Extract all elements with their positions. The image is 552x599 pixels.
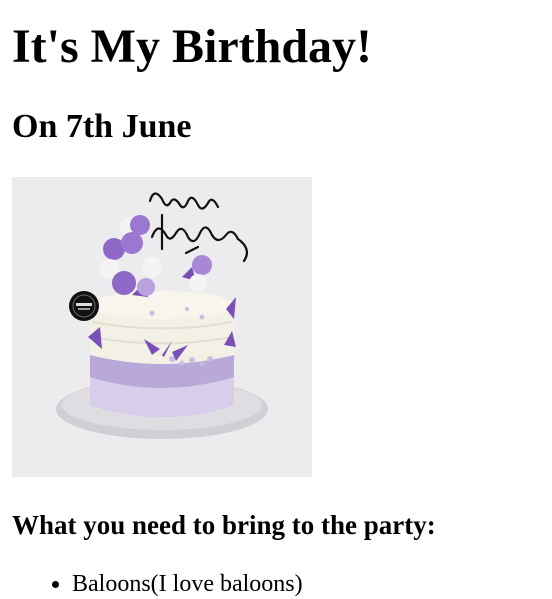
page-title: It's My Birthday! xyxy=(12,20,372,73)
birthday-cake-image xyxy=(12,177,312,477)
bullet-icon xyxy=(52,581,59,588)
list-item: Baloons(I love baloons) xyxy=(52,569,303,599)
cake-illustration xyxy=(12,177,312,477)
bring-heading: What you need to bring to the party: xyxy=(12,510,436,540)
list-item-label: Baloons(I love baloons) xyxy=(72,571,303,597)
bring-list: Baloons(I love baloons) xyxy=(12,569,303,599)
bakery-logo-badge xyxy=(69,291,99,321)
birthday-date: On 7th June xyxy=(12,108,192,145)
cake-top xyxy=(90,291,234,319)
